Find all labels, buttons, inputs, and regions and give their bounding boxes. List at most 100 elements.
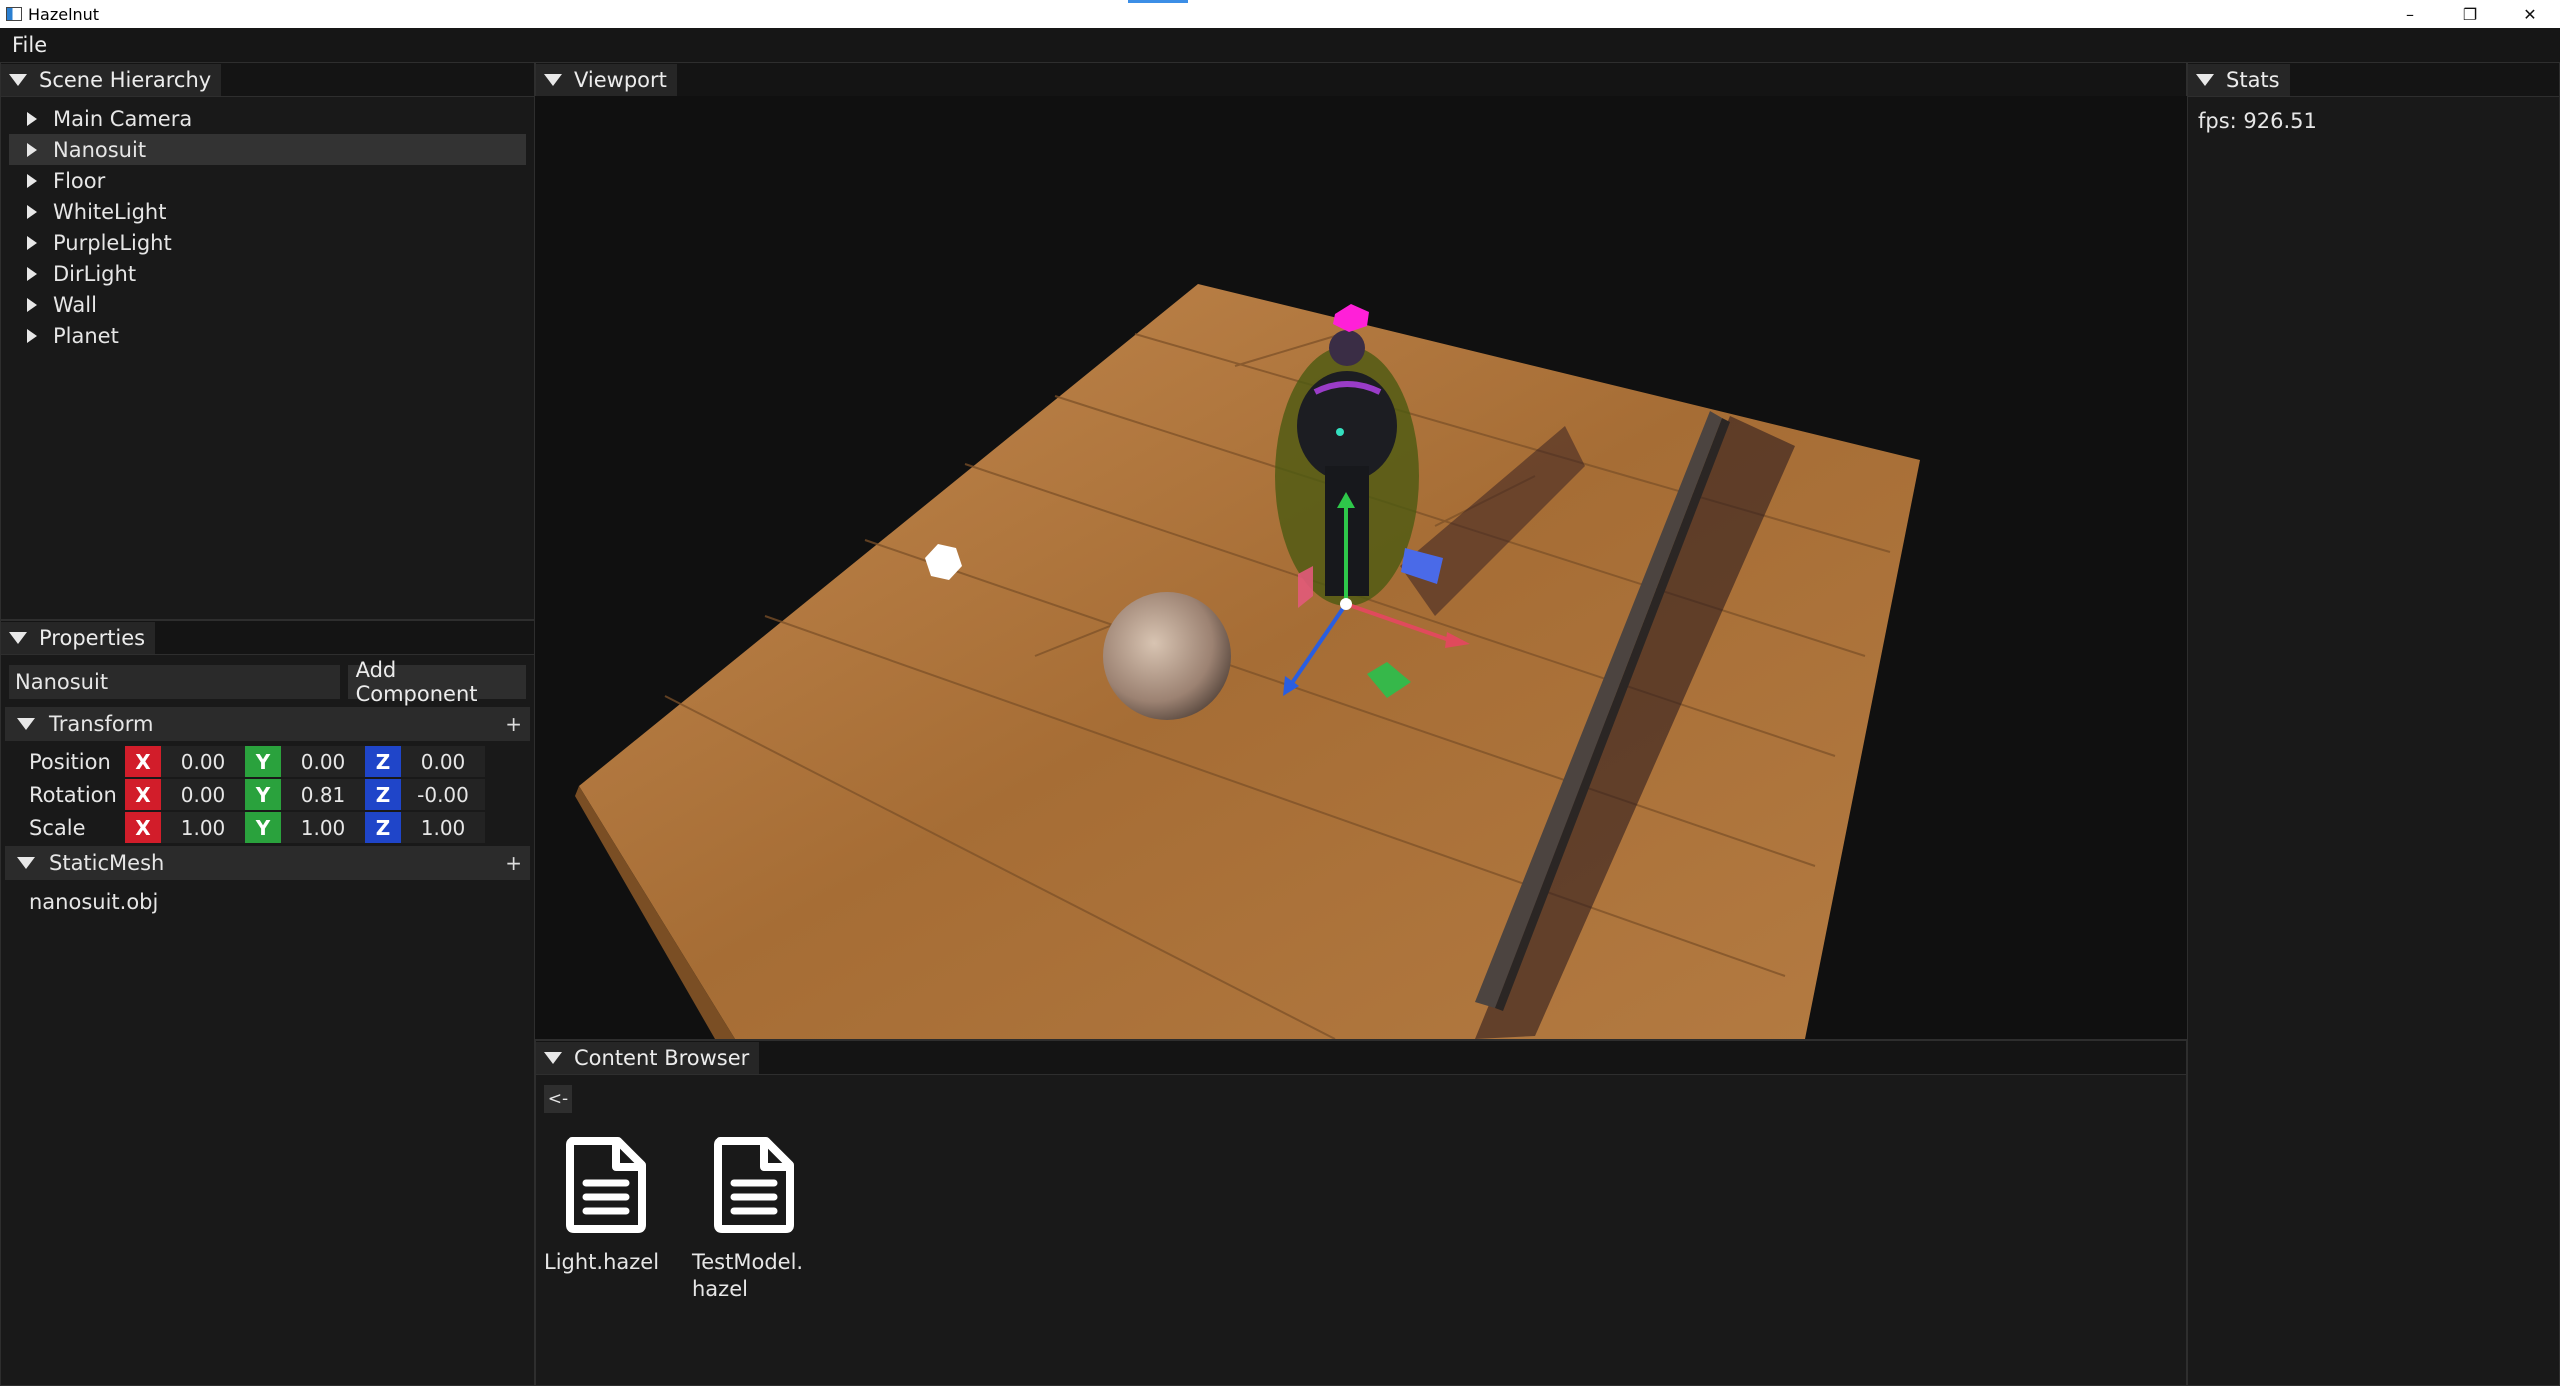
staticmesh-options-button[interactable]: + [505,851,522,875]
scale-y-field[interactable]: 1.00 [281,812,365,843]
hierarchy-tree: Main Camera Nanosuit Floor WhiteLight Pu… [1,97,534,351]
staticmesh-section-header[interactable]: StaticMesh + [5,846,530,880]
axis-x-button[interactable]: X [125,779,161,810]
expand-arrow-icon[interactable] [27,297,37,312]
expand-arrow-icon[interactable] [27,111,37,126]
floor-mesh[interactable] [579,284,1920,1039]
position-label: Position [29,749,111,774]
menu-file[interactable]: File [0,33,59,57]
axis-z-button[interactable]: Z [365,812,401,843]
tree-item-label: DirLight [53,261,137,286]
expand-arrow-icon[interactable] [27,266,37,281]
position-z-field[interactable]: 0.00 [401,746,485,777]
stats-title: Stats [2226,67,2280,92]
axis-z-button[interactable]: Z [365,746,401,777]
transform-row-position: Position X 0.00 Y 0.00 Z 0.00 [29,745,534,778]
transform-title: Transform [49,712,154,736]
tab-properties[interactable]: Properties [1,621,156,654]
collapse-triangle-icon[interactable] [2196,73,2214,86]
window-controls: – ❐ ✕ [2380,0,2560,28]
add-component-button[interactable]: Add Component [347,658,526,706]
properties-title: Properties [39,625,146,650]
transform-row-scale: Scale X 1.00 Y 1.00 Z 1.00 [29,811,534,844]
content-browser-title: Content Browser [574,1045,750,1070]
staticmesh-title: StaticMesh [49,851,165,875]
tree-item-purplelight[interactable]: PurpleLight [9,227,526,258]
file-document-icon[interactable] [712,1137,796,1233]
content-browser-panel: Content Browser <- Light.hazel TestModel… [535,1040,2187,1386]
stats-header: Stats [2188,63,2559,97]
tab-stats[interactable]: Stats [2188,63,2290,96]
menubar: File [0,28,2560,62]
entity-name-input[interactable]: Nanosuit [9,665,340,699]
tab-scene-hierarchy[interactable]: Scene Hierarchy [1,63,222,96]
scene-render[interactable] [535,96,2187,1039]
position-y-field[interactable]: 0.00 [281,746,365,777]
collapse-triangle-icon[interactable] [17,718,35,730]
scene-hierarchy-header: Scene Hierarchy [1,63,534,97]
file-document-icon[interactable] [564,1137,648,1233]
expand-arrow-icon[interactable] [27,142,37,157]
position-x-field[interactable]: 0.00 [161,746,245,777]
mesh-file-path: nanosuit.obj [29,890,159,914]
tab-content-browser[interactable]: Content Browser [536,1041,760,1074]
tree-item-dirlight[interactable]: DirLight [9,258,526,289]
back-button[interactable]: <- [544,1085,572,1113]
tree-item-label: PurpleLight [53,230,172,255]
fps-readout: fps: 926.51 [2198,109,2317,133]
axis-y-button[interactable]: Y [245,779,281,810]
properties-header: Properties [1,621,534,655]
tree-item-planet[interactable]: Planet [9,320,526,351]
scale-label: Scale [29,815,86,840]
rotation-z-field[interactable]: -0.00 [401,779,485,810]
transform-options-button[interactable]: + [505,712,522,736]
window-titlebar: Hazelnut – ❐ ✕ [0,0,2560,28]
close-button[interactable]: ✕ [2500,0,2560,28]
collapse-triangle-icon[interactable] [17,857,35,869]
tree-item-whitelight[interactable]: WhiteLight [9,196,526,227]
rotation-x-field[interactable]: 0.00 [161,779,245,810]
transform-table: Position X 0.00 Y 0.00 Z 0.00 Rotation X… [1,745,534,844]
tree-item-label: Main Camera [53,106,193,131]
tree-item-label: Nanosuit [53,137,147,162]
axis-y-button[interactable]: Y [245,812,281,843]
restore-button[interactable]: ❐ [2440,0,2500,28]
axis-z-button[interactable]: Z [365,779,401,810]
axis-x-button[interactable]: X [125,812,161,843]
expand-arrow-icon[interactable] [27,328,37,343]
scale-x-field[interactable]: 1.00 [161,812,245,843]
tree-item-floor[interactable]: Floor [9,165,526,196]
rotation-y-field[interactable]: 0.81 [281,779,365,810]
axis-x-button[interactable]: X [125,746,161,777]
tree-item-label: Planet [53,323,119,348]
transform-row-rotation: Rotation X 0.00 Y 0.81 Z -0.00 [29,778,534,811]
expand-arrow-icon[interactable] [27,204,37,219]
scene-hierarchy-title: Scene Hierarchy [39,67,212,92]
app-icon [6,7,22,21]
scale-z-field[interactable]: 1.00 [401,812,485,843]
collapse-triangle-icon[interactable] [544,1051,562,1064]
planet-mesh[interactable] [1103,592,1231,720]
expand-arrow-icon[interactable] [27,235,37,250]
window-title: Hazelnut [28,4,100,24]
collapse-triangle-icon[interactable] [9,631,27,644]
tree-item-nanosuit[interactable]: Nanosuit [9,134,526,165]
viewport-title: Viewport [574,67,667,92]
transform-section-header[interactable]: Transform + [5,707,530,741]
tree-item-label: Floor [53,168,106,193]
viewport-header: Viewport [536,63,2186,97]
tree-item-wall[interactable]: Wall [9,289,526,320]
tab-viewport[interactable]: Viewport [536,63,677,96]
content-item-testmodel-hazel[interactable]: TestModel. hazel [692,1137,840,1303]
content-item-light-hazel[interactable]: Light.hazel [544,1137,692,1303]
viewport-render[interactable] [535,96,2187,1039]
scene-hierarchy-panel: Scene Hierarchy Main Camera Nanosuit Flo… [0,62,535,620]
tree-item-main-camera[interactable]: Main Camera [9,103,526,134]
collapse-triangle-icon[interactable] [9,73,27,86]
expand-arrow-icon[interactable] [27,173,37,188]
collapse-triangle-icon[interactable] [544,73,562,86]
axis-y-button[interactable]: Y [245,746,281,777]
tree-item-label: Wall [53,292,97,317]
taskbar-accent [1128,0,1188,3]
minimize-button[interactable]: – [2380,0,2440,28]
